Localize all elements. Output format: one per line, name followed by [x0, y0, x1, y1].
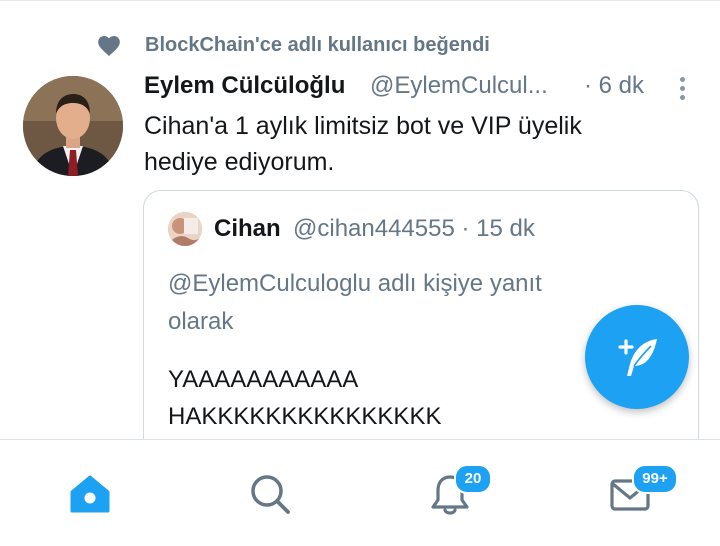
- compose-tweet-button[interactable]: [585, 305, 689, 409]
- top-divider: [0, 0, 720, 1]
- tweet-text-line: Cihan'a 1 aylık limitsiz bot ve VIP üyel…: [144, 112, 582, 140]
- nav-home[interactable]: [66, 470, 114, 518]
- quoted-text-line: HAKKKKKKKKKKKKKKK: [168, 403, 442, 430]
- heart-icon: [98, 36, 120, 56]
- messages-badge: 99+: [632, 464, 678, 494]
- tweet-header: Eylem Cülcüloğlu @EylemCulcul... · 6 dk: [144, 72, 704, 104]
- nav-search[interactable]: [246, 470, 294, 518]
- tweet-text: Cihan'a 1 aylık limitsiz bot ve VIP üyel…: [144, 108, 664, 180]
- author-avatar[interactable]: [23, 76, 123, 176]
- author-handle[interactable]: @EylemCulcul...: [370, 72, 548, 100]
- quoted-avatar-image: [168, 212, 202, 246]
- more-options-icon[interactable]: [670, 74, 694, 102]
- search-icon: [251, 475, 290, 514]
- social-context-text[interactable]: BlockChain'ce adlı kullanıcı beğendi: [145, 34, 490, 57]
- author-avatar-image: [23, 76, 123, 176]
- bottom-navigation: 20 99+: [0, 439, 720, 546]
- author-display-name[interactable]: Eylem Cülcüloğlu: [144, 72, 345, 100]
- quoted-tweet-text: YAAAAAAAAAAA HAKKKKKKKKKKKKKKK: [168, 361, 441, 435]
- reply-context-line: olarak: [168, 308, 234, 335]
- quoted-handle-time: @cihan444555 · 15 dk: [293, 215, 535, 242]
- quoted-display-name: Cihan: [214, 215, 281, 242]
- home-icon: [70, 475, 110, 513]
- quoted-author-avatar: [168, 212, 202, 246]
- social-context: BlockChain'ce adlı kullanıcı beğendi: [96, 32, 490, 60]
- reply-context-line: @EylemCulculoglu adlı kişiye yanıt: [168, 270, 542, 297]
- notifications-badge: 20: [454, 464, 492, 494]
- compose-feather-icon: [618, 339, 657, 376]
- quoted-text-line: YAAAAAAAAAAA: [168, 366, 359, 393]
- tweet-timestamp[interactable]: · 6 dk: [584, 72, 644, 100]
- tweet-text-line: hediye ediyorum.: [144, 148, 335, 176]
- reply-context: @EylemCulculoglu adlı kişiye yanıt olara…: [168, 265, 608, 341]
